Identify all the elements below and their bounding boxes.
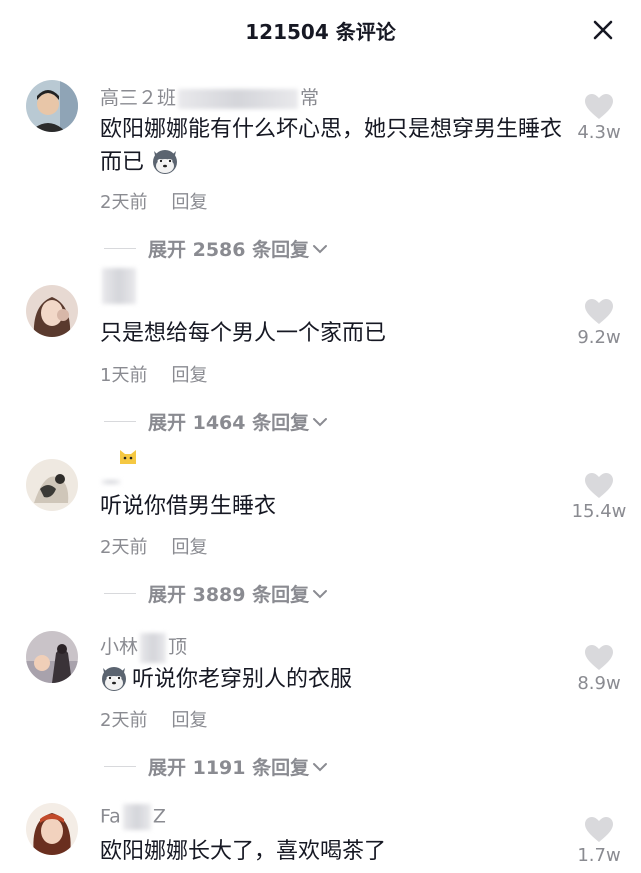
comment-meta: 2天前 回复 [100, 188, 207, 214]
comment-count-title: 121504 条评论 [245, 20, 396, 44]
comment-meta: 1天前 回复 [100, 361, 207, 387]
like-count: 15.4w [571, 501, 627, 522]
username[interactable] [100, 470, 122, 492]
username-text-end: Z [152, 805, 166, 828]
expand-replies-button[interactable]: 展开 1464 条回复 [104, 408, 329, 435]
blurred-region [122, 804, 151, 830]
husky-dog-emoji [102, 667, 126, 691]
comment-text: 欧阳娜娜能有什么坏心思，她只是想穿男生睡衣而已 [100, 113, 562, 179]
comment-time: 1天前 [100, 365, 148, 386]
avatar[interactable] [26, 80, 78, 132]
username[interactable]: Fa Z [100, 804, 166, 830]
like-count: 9.2w [577, 327, 621, 348]
heart-icon [585, 645, 613, 670]
comment-body: 只是想给每个男人一个家而已 [100, 321, 387, 346]
comment-text: 听说你借男生睡衣 [100, 490, 562, 523]
comment-time: 2天前 [100, 710, 148, 731]
comment-body: 听说你借男生睡衣 [100, 494, 277, 519]
blurred-region [178, 88, 299, 109]
like-count: 4.3w [577, 122, 621, 143]
heart-icon [585, 473, 613, 498]
username-text: 高三２班 [100, 87, 177, 109]
expand-replies-button[interactable]: 展开 2586 条回复 [104, 235, 329, 262]
expand-replies-label: 展开 1464 条回复 [148, 412, 310, 434]
username-text: Fa [100, 805, 121, 828]
chevron-down-icon [313, 762, 328, 771]
chevron-down-icon [313, 244, 328, 253]
like-button[interactable]: 1.7w [569, 816, 629, 866]
username-text-end: 顶 [168, 636, 188, 658]
username[interactable] [100, 268, 138, 304]
like-count: 1.7w [577, 845, 621, 866]
comment-body: 听说你老穿别人的衣服 [132, 667, 353, 692]
cat-emoji-icon [120, 450, 136, 464]
close-icon[interactable] [591, 18, 615, 42]
heart-icon [585, 817, 613, 842]
comment-time: 2天前 [100, 537, 148, 558]
reply-button[interactable]: 回复 [171, 537, 207, 558]
username[interactable]: 小林 顶 [100, 632, 187, 663]
expand-replies-label: 展开 1191 条回复 [148, 757, 310, 779]
blurred-region [102, 479, 120, 484]
heart-icon [585, 299, 613, 324]
comment-meta: 2天前 回复 [100, 533, 207, 559]
reply-button[interactable]: 回复 [171, 365, 207, 386]
like-button[interactable]: 15.4w [569, 472, 629, 522]
divider-line [104, 593, 136, 594]
divider-line [104, 421, 136, 422]
blurred-region [140, 632, 167, 663]
comment-text: 欧阳娜娜长大了，喜欢喝茶了 [100, 835, 562, 868]
expand-replies-label: 展开 3889 条回复 [148, 584, 310, 606]
blurred-region [102, 268, 136, 304]
reply-button[interactable]: 回复 [171, 710, 207, 731]
username-text-end: 常 [300, 87, 320, 109]
divider-line [104, 766, 136, 767]
husky-dog-emoji [153, 150, 178, 174]
reply-button[interactable]: 回复 [171, 192, 207, 213]
comment-text: 听说你老穿别人的衣服 [100, 663, 562, 696]
comment-text: 只是想给每个男人一个家而已 [100, 317, 562, 350]
like-button[interactable]: 9.2w [569, 298, 629, 348]
heart-icon [585, 94, 613, 119]
avatar[interactable] [26, 285, 78, 337]
avatar[interactable] [26, 459, 78, 511]
username-text: 小林 [100, 636, 139, 658]
like-button[interactable]: 8.9w [569, 644, 629, 694]
comment-time: 2天前 [100, 192, 148, 213]
comments-header: 121504 条评论 [0, 0, 641, 62]
avatar[interactable] [26, 631, 78, 683]
expand-replies-label: 展开 2586 条回复 [148, 239, 310, 261]
like-button[interactable]: 4.3w [569, 93, 629, 143]
avatar[interactable] [26, 803, 78, 855]
username[interactable]: 高三２班 常 [100, 83, 319, 110]
expand-replies-button[interactable]: 展开 1191 条回复 [104, 753, 329, 780]
like-count: 8.9w [577, 673, 621, 694]
expand-replies-button[interactable]: 展开 3889 条回复 [104, 580, 329, 607]
comment-meta: 2天前 回复 [100, 706, 207, 732]
comment-body: 欧阳娜娜长大了，喜欢喝茶了 [100, 839, 387, 864]
chevron-down-icon [313, 417, 328, 426]
chevron-down-icon [313, 589, 328, 598]
divider-line [104, 248, 136, 249]
